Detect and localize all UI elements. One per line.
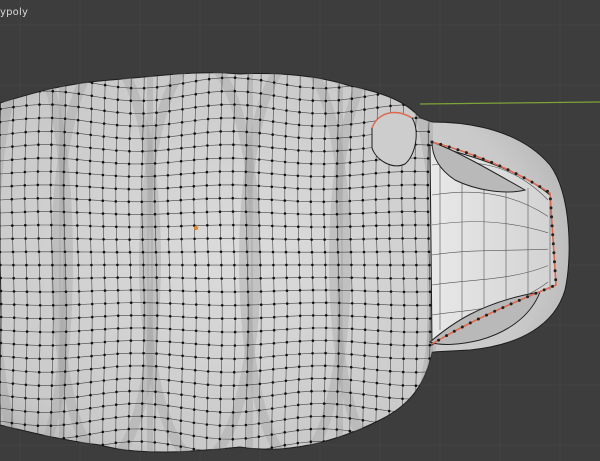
viewport-scene[interactable]: [0, 0, 600, 461]
viewport-object-label: ypoly: [0, 7, 29, 18]
x-axis-line: [419, 101, 600, 105]
3d-viewport[interactable]: ypoly: [0, 0, 600, 461]
object-origin-icon[interactable]: [193, 225, 199, 231]
mesh-upper-lobe[interactable]: [371, 111, 417, 167]
